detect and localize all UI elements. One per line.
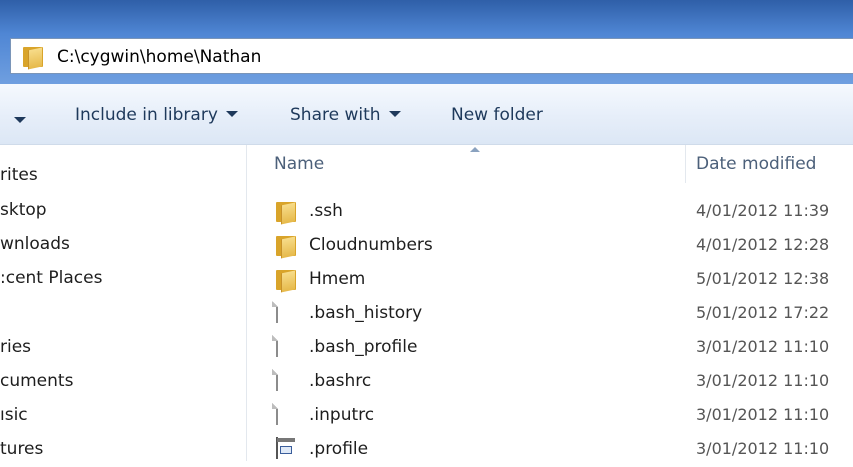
address-path[interactable]: C:\cygwin\home\Nathan xyxy=(57,47,261,67)
file-name: .ssh xyxy=(309,201,343,221)
nav-music[interactable]: ısic xyxy=(0,405,28,425)
file-icon xyxy=(276,369,298,394)
file-row[interactable]: Cloudnumbers 4/01/2012 12:28 xyxy=(247,229,853,263)
file-date: 3/01/2012 11:10 xyxy=(696,405,830,424)
file-icon xyxy=(276,403,298,428)
navigation-pane: rites sktop wnloads :cent Places ries cu… xyxy=(0,145,247,461)
sort-ascending-icon xyxy=(470,147,480,152)
file-date: 3/01/2012 11:10 xyxy=(696,371,830,390)
nav-recent-places[interactable]: :cent Places xyxy=(0,268,102,288)
file-list: Name Date modified .ssh 4/01/2012 11:39 … xyxy=(247,145,853,461)
nav-libraries[interactable]: ries xyxy=(0,337,31,357)
nav-downloads[interactable]: wnloads xyxy=(0,234,70,254)
settings-file-icon xyxy=(276,437,298,462)
file-name: .profile xyxy=(309,439,369,459)
nav-desktop[interactable]: sktop xyxy=(0,200,47,220)
file-icon xyxy=(276,335,298,360)
file-date: 4/01/2012 11:39 xyxy=(696,201,830,220)
nav-documents[interactable]: cuments xyxy=(0,371,73,391)
nav-favorites[interactable]: rites xyxy=(0,165,38,185)
file-name: .bashrc xyxy=(309,371,372,391)
file-row[interactable]: Hmem 5/01/2012 12:38 xyxy=(247,263,853,297)
new-folder-button[interactable]: New folder xyxy=(451,105,543,125)
file-date: 3/01/2012 11:10 xyxy=(696,337,830,356)
file-date: 4/01/2012 12:28 xyxy=(696,235,830,254)
file-icon xyxy=(276,301,298,326)
file-row[interactable]: .inputrc 3/01/2012 11:10 xyxy=(247,399,853,433)
address-bar[interactable]: C:\cygwin\home\Nathan xyxy=(10,38,853,74)
file-name: Cloudnumbers xyxy=(309,235,433,255)
file-date: 5/01/2012 12:38 xyxy=(696,269,830,288)
file-date: 3/01/2012 11:10 xyxy=(696,439,830,458)
file-row[interactable]: .bashrc 3/01/2012 11:10 xyxy=(247,365,853,399)
command-toolbar: Include in library Share with New folder xyxy=(0,84,853,145)
nav-pictures[interactable]: tures xyxy=(0,439,43,459)
file-name: .bash_profile xyxy=(309,337,418,357)
file-name: .bash_history xyxy=(309,303,423,323)
organize-dropdown-arrow-icon[interactable] xyxy=(14,117,26,123)
folder-icon xyxy=(276,200,298,225)
chevron-down-icon xyxy=(388,110,401,117)
file-date: 5/01/2012 17:22 xyxy=(696,303,830,322)
file-row[interactable]: .profile 3/01/2012 11:10 xyxy=(247,433,853,467)
file-row[interactable]: .ssh 4/01/2012 11:39 xyxy=(247,195,853,229)
file-row[interactable]: .bash_history 5/01/2012 17:22 xyxy=(247,297,853,331)
folder-icon xyxy=(276,268,298,293)
column-header-row: Name Date modified xyxy=(247,145,853,185)
share-with-label: Share with xyxy=(290,105,381,125)
column-header-name[interactable]: Name xyxy=(274,154,324,174)
file-row[interactable]: .bash_profile 3/01/2012 11:10 xyxy=(247,331,853,365)
folder-icon xyxy=(23,45,45,70)
file-name: .inputrc xyxy=(309,405,375,425)
folder-icon xyxy=(276,234,298,259)
column-divider[interactable] xyxy=(685,145,686,183)
share-with-button[interactable]: Share with xyxy=(290,105,401,125)
include-in-library-label: Include in library xyxy=(75,105,218,125)
file-name: Hmem xyxy=(309,269,366,289)
column-header-date-modified[interactable]: Date modified xyxy=(696,154,816,174)
include-in-library-button[interactable]: Include in library xyxy=(75,105,238,125)
chevron-down-icon xyxy=(225,110,238,117)
